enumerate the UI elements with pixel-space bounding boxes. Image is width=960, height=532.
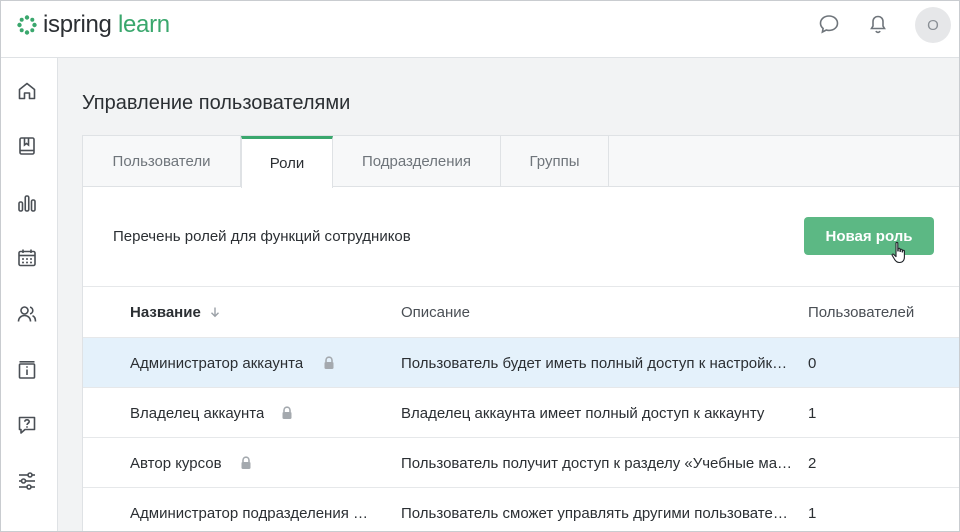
logo-text: ispring learn bbox=[43, 11, 170, 39]
users-icon bbox=[17, 306, 37, 322]
column-name-label: Название bbox=[130, 304, 201, 321]
role-description: Пользователь сможет управлять другими по… bbox=[401, 505, 788, 522]
role-name: Автор курсов bbox=[130, 455, 222, 472]
tab-departments[interactable]: Подразделения bbox=[333, 136, 501, 187]
table-row[interactable]: Автор курсов Пользователь получит доступ… bbox=[83, 438, 959, 488]
sidebar bbox=[1, 58, 58, 531]
book-icon bbox=[19, 137, 35, 155]
role-name: Администратор аккаунта bbox=[130, 355, 304, 372]
content-card: Пользователи Роли Подразделения Группы П… bbox=[82, 135, 959, 531]
sidebar-item-settings[interactable] bbox=[14, 468, 40, 494]
table-row[interactable]: Администратор аккаунта Пользователь буде… bbox=[83, 338, 959, 388]
role-users-count: 2 bbox=[808, 455, 817, 472]
role-name: Администратор подразделения … bbox=[130, 505, 368, 522]
sort-arrow-down-icon bbox=[210, 307, 219, 318]
tab-bar: Пользователи Роли Подразделения Группы bbox=[83, 136, 959, 188]
sidebar-item-home[interactable] bbox=[14, 78, 40, 104]
ispring-logo-icon bbox=[17, 15, 37, 35]
logo[interactable]: ispring learn bbox=[16, 11, 170, 39]
help-icon bbox=[18, 416, 36, 434]
avatar[interactable]: O bbox=[915, 7, 951, 43]
page-title: Управление пользователями bbox=[82, 92, 351, 114]
tab-roles[interactable]: Роли bbox=[241, 136, 333, 188]
top-bar: ispring learn O bbox=[1, 1, 959, 58]
sidebar-item-help[interactable] bbox=[14, 412, 40, 438]
role-description: Пользователь получит доступ к разделу «У… bbox=[401, 455, 793, 472]
sidebar-item-calendar[interactable] bbox=[14, 245, 40, 271]
info-board-icon bbox=[18, 360, 36, 379]
chat-icon[interactable] bbox=[816, 11, 842, 37]
sidebar-item-courses[interactable] bbox=[14, 133, 40, 159]
bell-icon[interactable] bbox=[865, 11, 891, 37]
table-row[interactable]: Администратор подразделения … Пользовате… bbox=[83, 488, 959, 531]
hand-cursor-icon bbox=[891, 241, 905, 264]
role-users-count: 0 bbox=[808, 355, 817, 372]
role-description: Пользователь будет иметь полный доступ к… bbox=[401, 355, 788, 372]
roles-description: Перечень ролей для функций сотрудников bbox=[113, 228, 411, 245]
column-users-header[interactable]: Пользователей bbox=[808, 304, 914, 321]
lock-icon bbox=[241, 456, 251, 469]
role-name: Владелец аккаунта bbox=[130, 405, 265, 422]
logo-text-learn: learn bbox=[111, 11, 170, 38]
table-header: Название Описание Пользователей bbox=[83, 286, 959, 338]
role-users-count: 1 bbox=[808, 405, 817, 422]
app-window: ispring learn O Управление пользователям… bbox=[0, 0, 960, 532]
sidebar-item-users[interactable] bbox=[14, 301, 40, 327]
sidebar-item-reports[interactable] bbox=[14, 190, 40, 216]
column-description-header[interactable]: Описание bbox=[401, 304, 470, 321]
new-role-button[interactable]: Новая роль bbox=[804, 217, 934, 255]
column-name-header[interactable]: Название bbox=[130, 304, 221, 321]
logo-text-ispring: ispring bbox=[43, 11, 112, 38]
bar-chart-icon bbox=[18, 195, 36, 212]
table-row[interactable]: Владелец аккаунта Владелец аккаунта имее… bbox=[83, 388, 959, 438]
home-icon bbox=[18, 82, 36, 100]
role-users-count: 1 bbox=[808, 505, 817, 522]
calendar-icon bbox=[18, 249, 36, 267]
tab-users[interactable]: Пользователи bbox=[83, 136, 241, 187]
role-description: Владелец аккаунта имеет полный доступ к … bbox=[401, 405, 765, 422]
settings-sliders-icon bbox=[19, 472, 35, 490]
tab-groups[interactable]: Группы bbox=[501, 136, 609, 187]
lock-icon bbox=[282, 406, 292, 419]
sidebar-item-info[interactable] bbox=[14, 357, 40, 383]
lock-icon bbox=[324, 356, 334, 369]
